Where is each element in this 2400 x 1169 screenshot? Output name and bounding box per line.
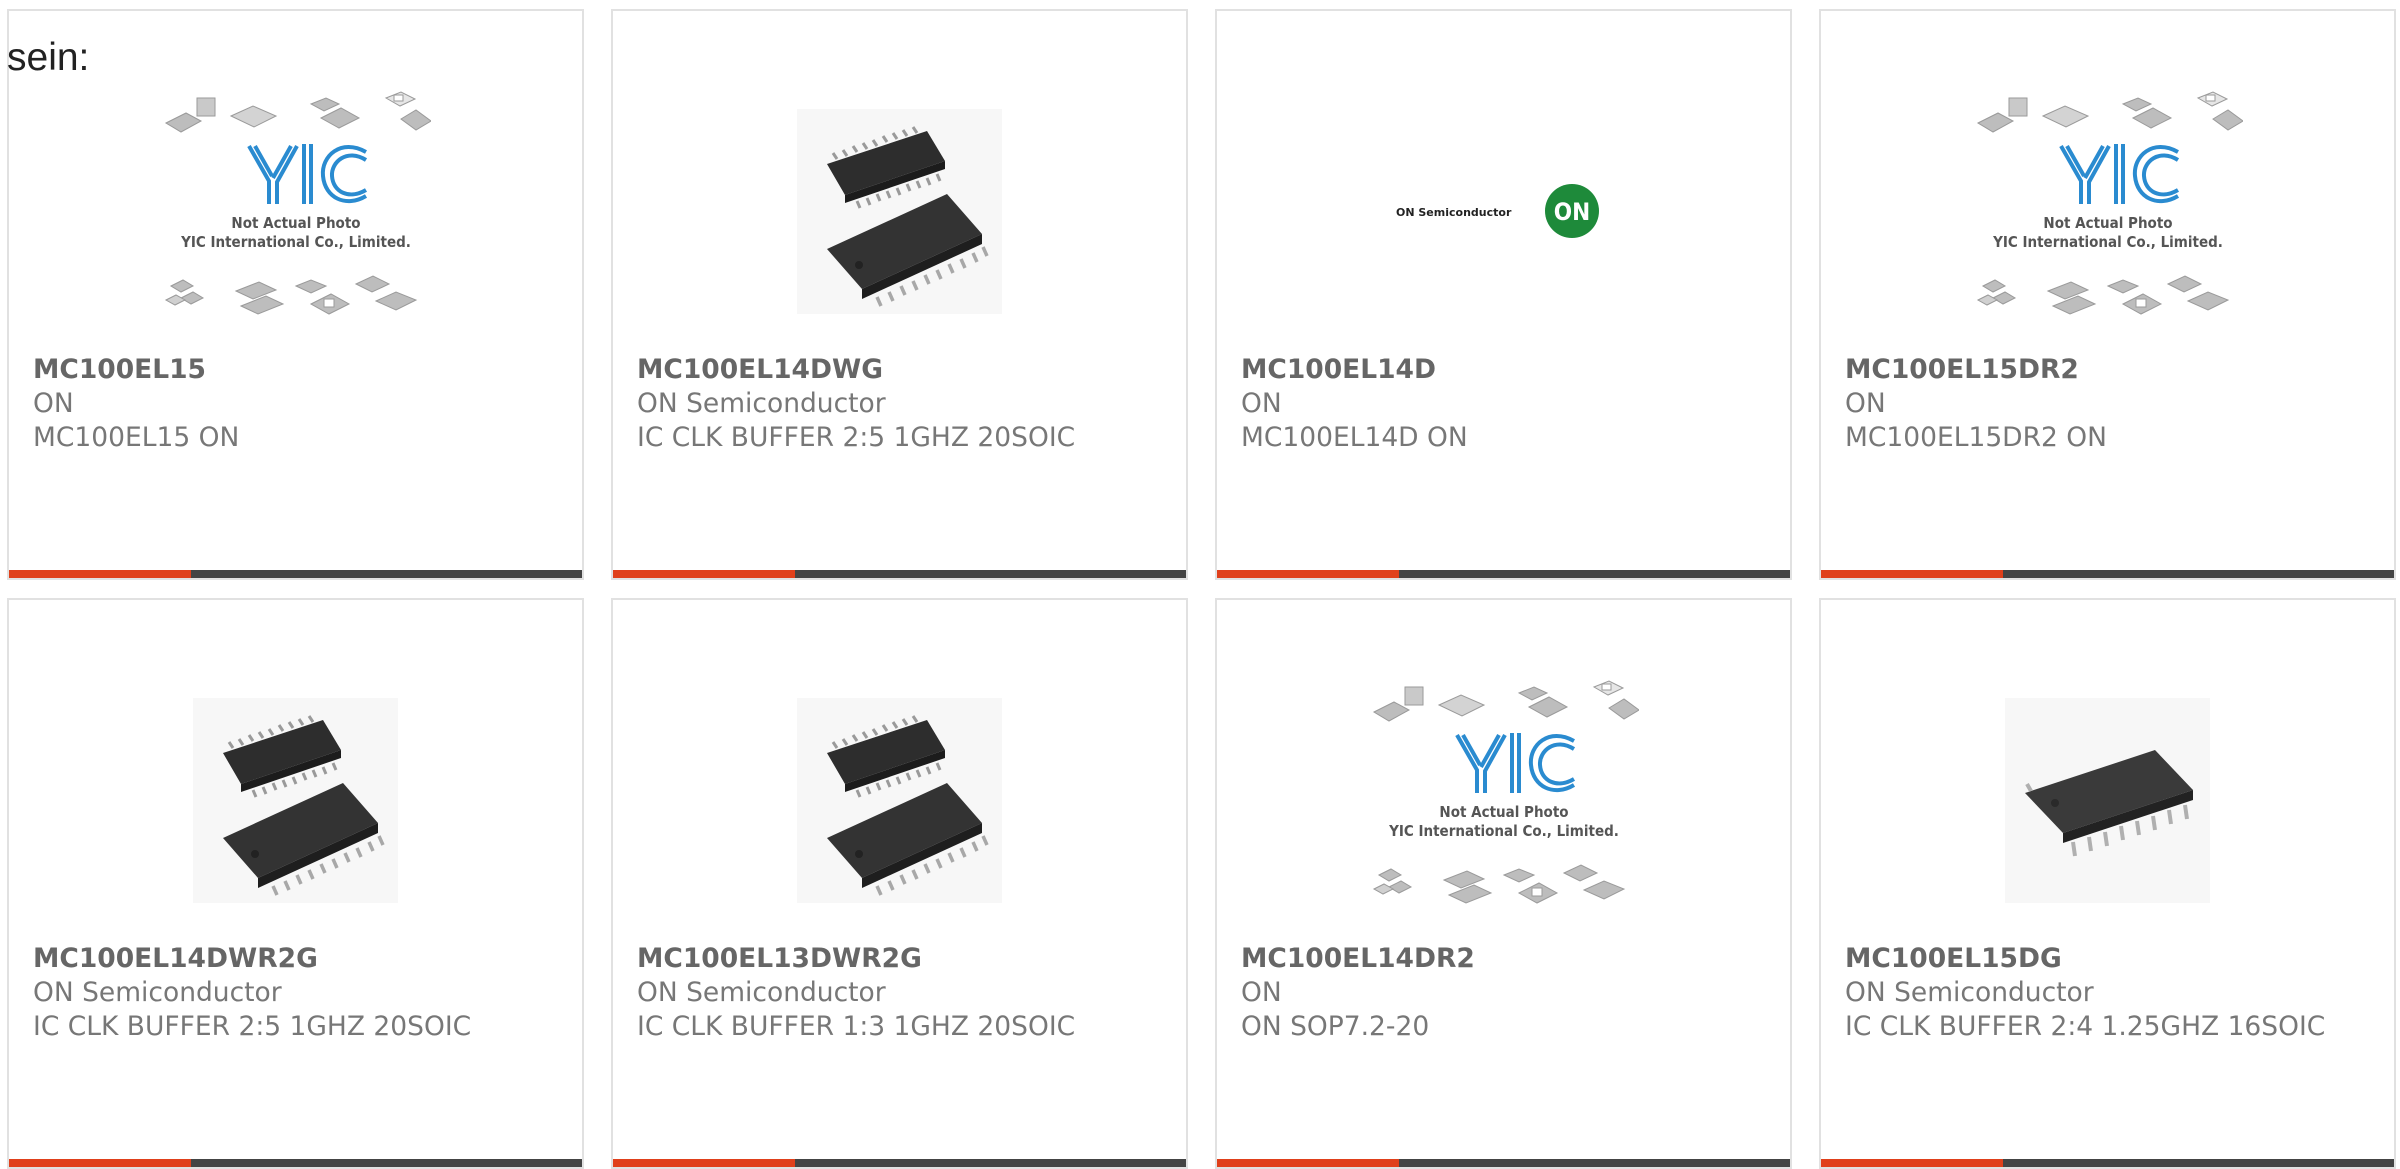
description: MC100EL14D ON <box>1241 422 1468 453</box>
description: MC100EL15DR2 ON <box>1845 422 2107 453</box>
soic-two-chips-icon <box>193 697 398 903</box>
soic-two-chips-icon <box>797 108 1002 314</box>
part-number[interactable]: MC100EL13DWR2G <box>637 942 1157 976</box>
accent-bar <box>613 1159 1186 1167</box>
manufacturer: ON Semiconductor <box>1845 977 2094 1008</box>
placeholder-caption-2: YIC International Co., Limited. <box>1388 822 1619 840</box>
soic-single-chip-icon <box>2005 697 2210 903</box>
product-image[interactable] <box>613 71 1186 351</box>
product-image[interactable]: ON Semiconductor ON <box>1217 71 1790 351</box>
description: IC CLK BUFFER 2:5 1GHZ 20SOIC <box>33 1011 472 1042</box>
description: ON SOP7.2-20 <box>1241 1011 1430 1042</box>
yic-placeholder-icon: Not Actual Photo YIC International Co., … <box>164 91 431 315</box>
product-card[interactable]: ON Semiconductor ON MC100EL14D ON MC100E… <box>1215 9 1792 580</box>
part-number[interactable]: MC100EL14DR2 <box>1241 942 1761 976</box>
part-number[interactable]: MC100EL14DWG <box>637 353 1157 387</box>
product-card[interactable]: Not Actual Photo YIC International Co., … <box>1819 9 2396 580</box>
manufacturer: ON <box>1241 388 1282 419</box>
description: IC CLK BUFFER 1:3 1GHZ 20SOIC <box>637 1011 1076 1042</box>
product-card[interactable]: MC100EL14DWG ON Semiconductor IC CLK BUF… <box>611 9 1188 580</box>
accent-bar <box>1821 570 2394 578</box>
product-image[interactable]: Not Actual Photo YIC International Co., … <box>1217 660 1790 940</box>
product-card[interactable]: Not Actual Photo YIC International Co., … <box>1215 598 1792 1169</box>
placeholder-caption-1: Not Actual Photo <box>2043 214 2172 232</box>
description: IC CLK BUFFER 2:5 1GHZ 20SOIC <box>637 422 1076 453</box>
part-number[interactable]: MC100EL15 <box>33 353 553 387</box>
product-card[interactable]: Not Actual Photo YIC International Co., … <box>7 9 584 580</box>
description: IC CLK BUFFER 2:4 1.25GHZ 16SOIC <box>1845 1011 2326 1042</box>
part-number[interactable]: MC100EL15DG <box>1845 942 2365 976</box>
manufacturer: ON <box>33 388 74 419</box>
product-card[interactable]: MC100EL15DG ON Semiconductor IC CLK BUFF… <box>1819 598 2396 1169</box>
accent-bar <box>613 570 1186 578</box>
manufacturer: ON Semiconductor <box>637 977 886 1008</box>
svg-text:ON Semiconductor: ON Semiconductor <box>1396 206 1512 219</box>
product-image[interactable]: Not Actual Photo YIC International Co., … <box>9 71 582 351</box>
soic-two-chips-icon <box>797 697 1002 903</box>
accent-bar <box>1821 1159 2394 1167</box>
description: MC100EL15 ON <box>33 422 240 453</box>
product-image[interactable] <box>1821 660 2394 940</box>
manufacturer: ON Semiconductor <box>33 977 282 1008</box>
accent-bar <box>1217 570 1790 578</box>
product-image[interactable] <box>613 660 1186 940</box>
placeholder-caption-2: YIC International Co., Limited. <box>1992 233 2223 251</box>
svg-text:ON: ON <box>1553 198 1589 226</box>
product-image[interactable]: Not Actual Photo YIC International Co., … <box>1821 71 2394 351</box>
manufacturer: ON <box>1241 977 1282 1008</box>
yic-placeholder-icon: Not Actual Photo YIC International Co., … <box>1372 680 1639 904</box>
on-semiconductor-logo: ON Semiconductor ON <box>1396 184 1599 238</box>
product-image[interactable] <box>9 660 582 940</box>
part-number[interactable]: MC100EL14D <box>1241 353 1761 387</box>
intro-text: sein: <box>7 36 90 79</box>
product-card[interactable]: MC100EL13DWR2G ON Semiconductor IC CLK B… <box>611 598 1188 1169</box>
part-number[interactable]: MC100EL15DR2 <box>1845 353 2365 387</box>
manufacturer: ON <box>1845 388 1886 419</box>
part-number[interactable]: MC100EL14DWR2G <box>33 942 553 976</box>
manufacturer: ON Semiconductor <box>637 388 886 419</box>
placeholder-caption-1: Not Actual Photo <box>1439 803 1568 821</box>
product-card[interactable]: MC100EL14DWR2G ON Semiconductor IC CLK B… <box>7 598 584 1169</box>
accent-bar <box>9 570 582 578</box>
yic-placeholder-icon: Not Actual Photo YIC International Co., … <box>1976 91 2243 315</box>
placeholder-caption-2: YIC International Co., Limited. <box>180 233 411 251</box>
accent-bar <box>1217 1159 1790 1167</box>
accent-bar <box>9 1159 582 1167</box>
placeholder-caption-1: Not Actual Photo <box>231 214 360 232</box>
